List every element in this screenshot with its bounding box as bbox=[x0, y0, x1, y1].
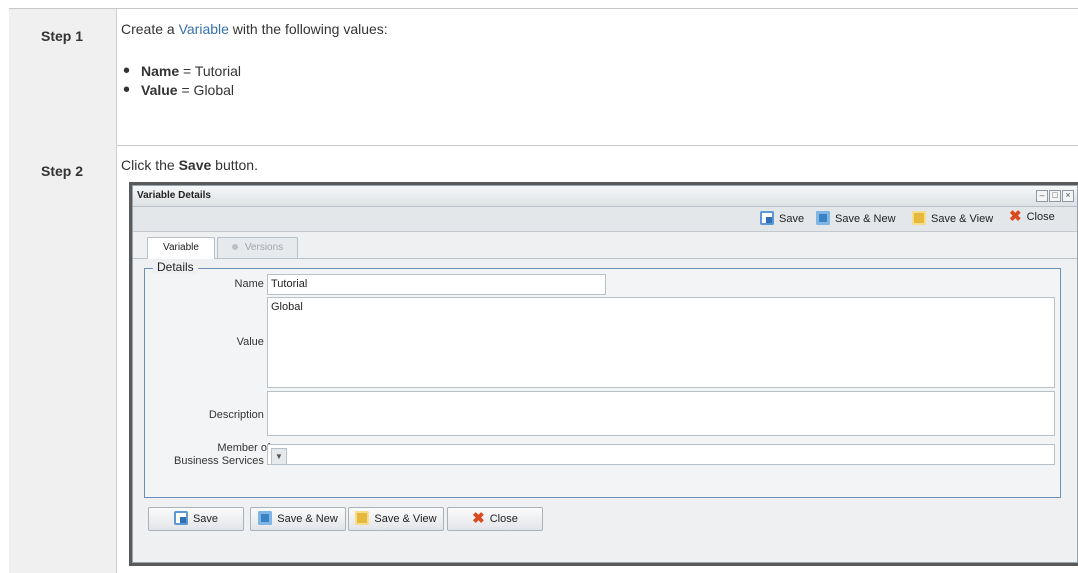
toolbar-save-view-button[interactable]: Save & View bbox=[912, 211, 993, 225]
toolbar-save-button[interactable]: Save bbox=[760, 211, 804, 225]
member-label-line1: Member of bbox=[217, 442, 270, 454]
save-new-button[interactable]: Save & New bbox=[250, 507, 346, 531]
maximize-icon[interactable]: □ bbox=[1049, 190, 1061, 202]
description-label: Description : bbox=[208, 409, 270, 421]
save-view-button[interactable]: Save & View bbox=[348, 507, 444, 531]
save-view-icon bbox=[912, 211, 926, 225]
step-label: Step 2 bbox=[41, 163, 84, 179]
save-button[interactable]: Save bbox=[148, 507, 244, 531]
name-label: Name : bbox=[234, 278, 270, 290]
value-label: Value : bbox=[236, 336, 270, 348]
step-instruction: Create a Variable with the following val… bbox=[121, 21, 388, 37]
close-button[interactable]: ✖ Close bbox=[447, 507, 543, 531]
bullet-name: Name = Tutorial bbox=[123, 60, 241, 83]
step-header-1: Step 1 bbox=[9, 9, 117, 145]
variable-details-window: Variable Details – □ × Save Save & New S… bbox=[129, 182, 1078, 566]
details-legend: Details bbox=[153, 260, 198, 274]
window-body: Variable Details – □ × Save Save & New S… bbox=[132, 185, 1078, 563]
toolbar-save-new-button[interactable]: Save & New bbox=[816, 211, 896, 225]
tab-versions[interactable]: Versions bbox=[217, 237, 298, 258]
bullet-value: Value = Global bbox=[123, 79, 234, 102]
step-label: Step 1 bbox=[41, 28, 84, 44]
variable-link[interactable]: Variable bbox=[179, 21, 229, 37]
save-new-icon bbox=[258, 511, 273, 525]
tab-variable[interactable]: Variable bbox=[147, 237, 215, 259]
window-titlebar[interactable]: Variable Details – □ × bbox=[133, 186, 1077, 207]
name-input[interactable]: Tutorial bbox=[267, 274, 606, 295]
minimize-icon[interactable]: – bbox=[1036, 190, 1048, 202]
step-instruction: Click the Save button. bbox=[121, 157, 258, 173]
business-services-select[interactable]: ▼ bbox=[267, 444, 1055, 465]
step-row-1: Step 1 Create a Variable with the follow… bbox=[9, 8, 1078, 146]
tab-strip: Variable Versions bbox=[133, 232, 1077, 259]
step-content-1: Create a Variable with the following val… bbox=[117, 9, 1078, 145]
versions-dot-icon bbox=[231, 244, 238, 250]
description-textarea[interactable] bbox=[267, 391, 1055, 436]
chevron-down-icon[interactable]: ▼ bbox=[271, 448, 287, 465]
step-header-2: Step 2 bbox=[9, 145, 117, 573]
toolbar-close-button[interactable]: ✖ Close bbox=[1009, 208, 1055, 225]
value-textarea[interactable]: Global bbox=[267, 297, 1055, 388]
save-view-icon bbox=[355, 511, 370, 525]
window-toolbar: Save Save & New Save & View ✖ Close bbox=[133, 207, 1077, 232]
save-icon bbox=[173, 511, 188, 525]
close-icon: ✖ bbox=[1009, 208, 1022, 225]
close-window-icon[interactable]: × bbox=[1062, 190, 1074, 202]
close-icon: ✖ bbox=[472, 510, 485, 527]
details-fieldset: Details Name : Tutorial Value : Global D… bbox=[144, 260, 1061, 498]
save-icon bbox=[760, 211, 774, 225]
member-label-line2: Business Services : bbox=[174, 455, 270, 467]
window-title: Variable Details bbox=[137, 190, 211, 201]
save-new-icon bbox=[816, 211, 830, 225]
